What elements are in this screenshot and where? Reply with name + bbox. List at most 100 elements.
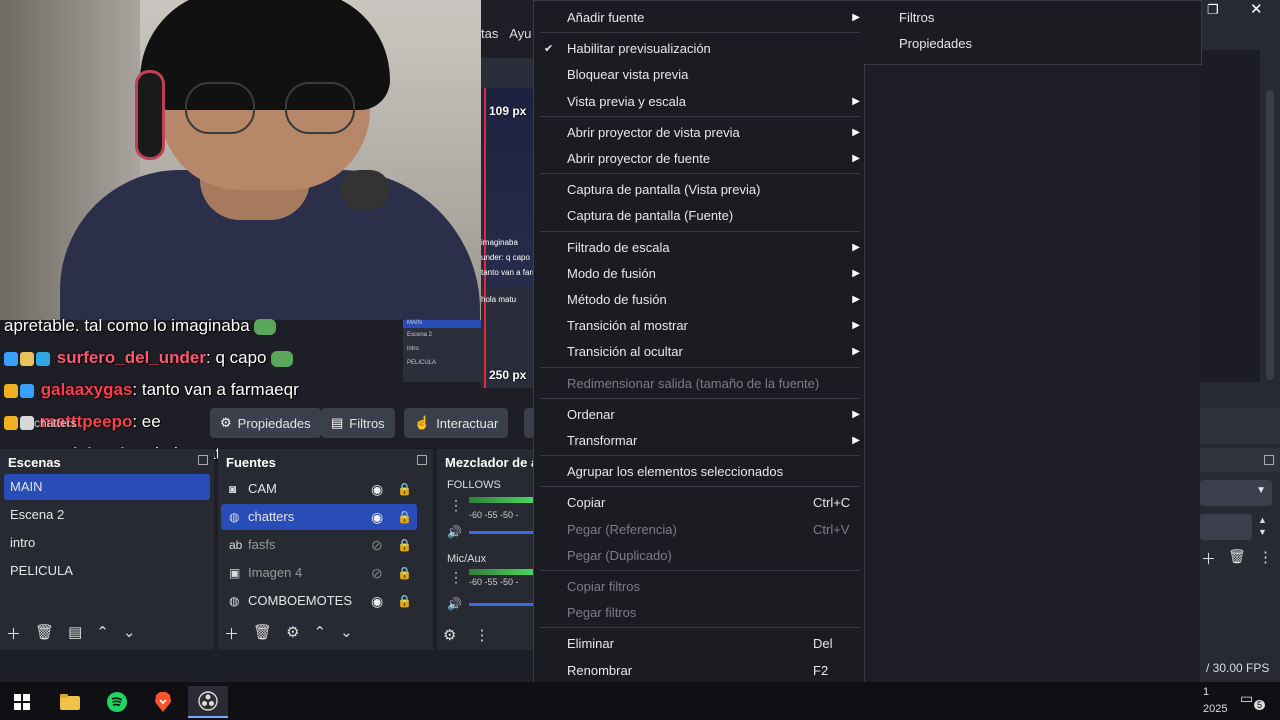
- taskbar: 1 2025 ▭ 5: [0, 682, 1280, 720]
- menu-item: Copiar filtros: [534, 574, 864, 600]
- file-explorer-icon[interactable]: [50, 686, 90, 718]
- menu-item[interactable]: Bloquear vista previa: [534, 62, 864, 88]
- eye-icon[interactable]: ◉: [371, 593, 383, 609]
- clock-date[interactable]: 2025: [1203, 703, 1227, 715]
- scene-item[interactable]: Escena 2: [4, 502, 210, 528]
- fps-indicator: / 30.00 FPS: [1206, 661, 1270, 675]
- menu-item: Pegar (Duplicado): [534, 543, 864, 569]
- chevron-down-icon[interactable]: ⌄: [340, 623, 353, 644]
- menu-item[interactable]: Filtrado de escala ▶: [534, 235, 864, 261]
- submenu-item-properties[interactable]: Propiedades: [899, 36, 972, 51]
- eye-icon[interactable]: ◉: [371, 509, 383, 525]
- obs-icon[interactable]: [188, 686, 228, 718]
- spin-arrows-icon[interactable]: ▲ ▼: [1258, 514, 1267, 538]
- kebab-menu-icon[interactable]: ⋮: [449, 497, 463, 514]
- trash-icon[interactable]: 🗑: [1228, 548, 1246, 565]
- menu-item-label: Abrir proyector de fuente: [567, 151, 711, 166]
- menu-item[interactable]: Transformar ▶: [534, 428, 864, 454]
- eye-icon[interactable]: ◉: [371, 481, 383, 497]
- duration-spinbox[interactable]: [1200, 514, 1252, 540]
- chevron-right-icon: ▶: [852, 294, 860, 305]
- menu-item[interactable]: Agrupar los elementos seleccionados: [534, 459, 864, 485]
- restore-window-icon[interactable]: ❐: [1207, 2, 1219, 18]
- submenu-item-filters[interactable]: Filtros: [899, 10, 934, 25]
- properties-button[interactable]: ⚙ Propiedades: [210, 408, 321, 438]
- menu-item-label: Vista previa y escala: [567, 93, 686, 109]
- dock-float-icon[interactable]: [1264, 455, 1274, 465]
- add-icon[interactable]: ＋: [1201, 548, 1216, 569]
- dock-float-icon[interactable]: [198, 455, 208, 465]
- menu-item[interactable]: Renombrar F2: [534, 658, 864, 684]
- scene-item[interactable]: intro: [4, 530, 210, 556]
- menu-item[interactable]: ✔ Habilitar previsualización: [534, 36, 864, 62]
- menu-item[interactable]: Ordenar ▶: [534, 402, 864, 428]
- trash-icon[interactable]: 🗑: [35, 623, 54, 644]
- kebab-menu-icon[interactable]: ⋮: [1258, 548, 1273, 566]
- volume-fader[interactable]: [469, 531, 533, 534]
- gear-icon[interactable]: ⚙: [443, 626, 456, 644]
- dock-float-icon[interactable]: [417, 455, 427, 465]
- windows-start-icon[interactable]: [2, 686, 42, 718]
- lock-icon[interactable]: 🔒: [397, 509, 412, 525]
- chevron-up-icon[interactable]: ⌃: [96, 623, 109, 644]
- source-name: Imagen 4: [248, 565, 303, 580]
- menu-item[interactable]: Modo de fusión ▶: [534, 261, 864, 287]
- eye-hidden-icon[interactable]: ⊘: [371, 537, 383, 553]
- source-item[interactable]: ◙ CAM ◉ 🔒: [221, 476, 417, 502]
- menu-item[interactable]: Abrir proyector de vista previa ▶: [534, 120, 864, 146]
- speaker-icon[interactable]: 🔊: [447, 597, 462, 611]
- menu-item[interactable]: Captura de pantalla (Vista previa): [534, 177, 864, 203]
- menu-item[interactable]: Copiar Ctrl+C: [534, 490, 864, 516]
- spotify-icon[interactable]: [97, 686, 137, 718]
- person-hair: [140, 0, 390, 110]
- menu-item-label: Filtrado de escala: [567, 239, 670, 255]
- filters-button[interactable]: ▤ Filtros: [321, 408, 395, 438]
- chat-username: galaaxygas: [40, 380, 133, 399]
- add-icon[interactable]: ＋: [6, 623, 21, 644]
- add-icon[interactable]: ＋: [224, 623, 239, 644]
- transition-select[interactable]: ▼: [1200, 480, 1272, 506]
- speaker-icon[interactable]: 🔊: [447, 525, 462, 539]
- source-item[interactable]: ◍ chatters ◉ 🔒: [221, 504, 417, 530]
- brave-icon[interactable]: [143, 686, 183, 718]
- clock-time[interactable]: 1: [1203, 686, 1209, 698]
- menu-help[interactable]: Ayu: [509, 26, 531, 41]
- gear-icon[interactable]: ⚙: [286, 623, 299, 644]
- eye-hidden-icon[interactable]: ⊘: [371, 565, 383, 581]
- menu-separator: [540, 455, 860, 457]
- browser-icon: ◍: [229, 510, 240, 524]
- source-item[interactable]: ◍ COMBOEMOTES ◉ 🔒: [221, 588, 417, 614]
- filter-icon[interactable]: ▤: [68, 623, 82, 644]
- lock-icon[interactable]: 🔒: [397, 565, 412, 581]
- source-item[interactable]: ▣ Imagen 4 ⊘ 🔒: [221, 560, 417, 586]
- close-icon[interactable]: ✕: [1250, 0, 1263, 18]
- source-name: CAM: [248, 481, 277, 496]
- menu-item[interactable]: Transición al ocultar ▶: [534, 339, 864, 365]
- volume-meter: [469, 569, 533, 575]
- menu-item[interactable]: Captura de pantalla (Fuente): [534, 203, 864, 229]
- chevron-down-icon[interactable]: ⌄: [123, 623, 136, 644]
- menu-item[interactable]: Eliminar Del: [534, 631, 864, 657]
- menu-item[interactable]: Abrir proyector de fuente ▶: [534, 146, 864, 172]
- menu-item[interactable]: Vista previa y escala ▶: [534, 89, 864, 115]
- lock-icon[interactable]: 🔒: [397, 593, 412, 609]
- selected-source-label: chatters: [34, 416, 77, 430]
- kebab-menu-icon[interactable]: ⋮: [474, 626, 489, 644]
- menu-tools[interactable]: tas: [481, 26, 498, 41]
- scene-item[interactable]: MAIN: [4, 474, 210, 500]
- scrollbar[interactable]: [1266, 90, 1274, 380]
- scene-item[interactable]: PELICULA: [4, 558, 210, 584]
- volume-fader[interactable]: [469, 603, 533, 606]
- menu-item[interactable]: Método de fusión ▶: [534, 287, 864, 313]
- menu-item[interactable]: Añadir fuente ▶: [534, 5, 864, 31]
- interact-button[interactable]: ☝ Interactuar: [404, 408, 509, 438]
- menu-item[interactable]: Transición al mostrar ▶: [534, 313, 864, 339]
- kebab-menu-icon[interactable]: ⋮: [449, 569, 463, 586]
- notification-icon[interactable]: ▭: [1240, 690, 1253, 707]
- trash-icon[interactable]: 🗑: [253, 623, 272, 644]
- menu-item-label: Modo de fusión: [567, 265, 656, 281]
- lock-icon[interactable]: 🔒: [397, 481, 412, 497]
- chevron-up-icon[interactable]: ⌃: [314, 623, 327, 644]
- source-item[interactable]: ab fasfs ⊘ 🔒: [221, 532, 417, 558]
- lock-icon[interactable]: 🔒: [397, 537, 412, 553]
